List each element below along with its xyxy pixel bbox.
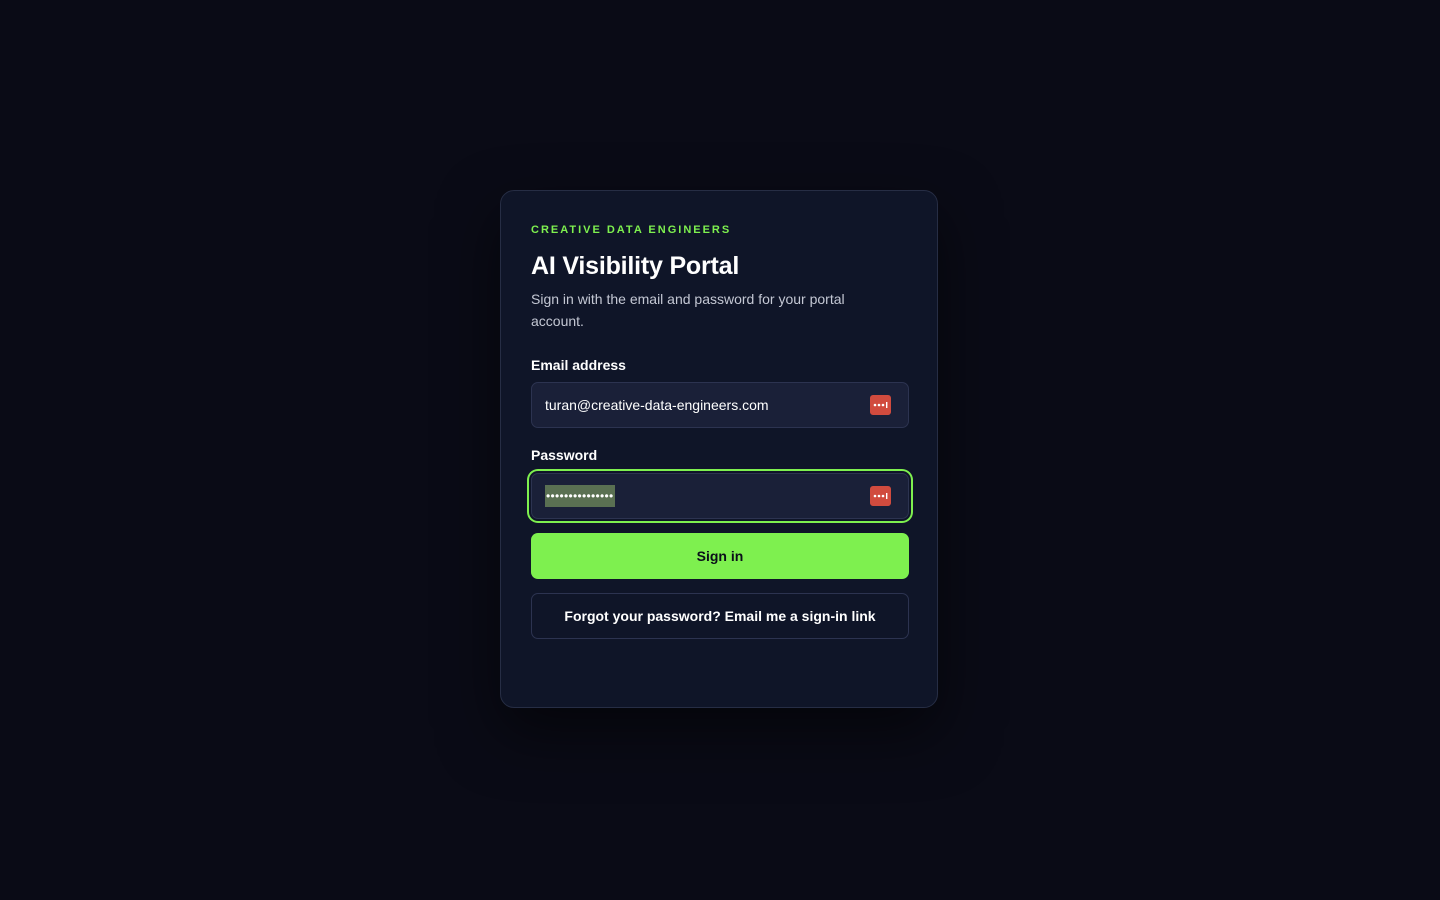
brand-eyebrow: CREATIVE DATA ENGINEERS (531, 224, 732, 236)
email-sign-in-link-button[interactable]: Forgot your password? Email me a sign-in… (531, 593, 909, 639)
login-card: CREATIVE DATA ENGINEERS AI Visibility Po… (500, 190, 938, 708)
email-value: turan@creative-data-engineers.com (545, 397, 769, 413)
page-title: AI Visibility Portal (531, 252, 740, 280)
password-field[interactable]: ••••••••••••••• (531, 473, 909, 519)
password-manager-icon[interactable] (870, 395, 891, 415)
password-label: Password (531, 447, 598, 463)
password-masked-value: ••••••••••••••• (545, 485, 615, 507)
sign-in-button[interactable]: Sign in (531, 533, 909, 579)
email-label: Email address (531, 357, 626, 373)
password-manager-icon[interactable] (870, 486, 891, 506)
page-subtitle: Sign in with the email and password for … (531, 291, 845, 329)
email-field[interactable]: turan@creative-data-engineers.com (531, 382, 909, 428)
dots-glyph (873, 402, 888, 408)
dots-glyph (873, 493, 888, 499)
